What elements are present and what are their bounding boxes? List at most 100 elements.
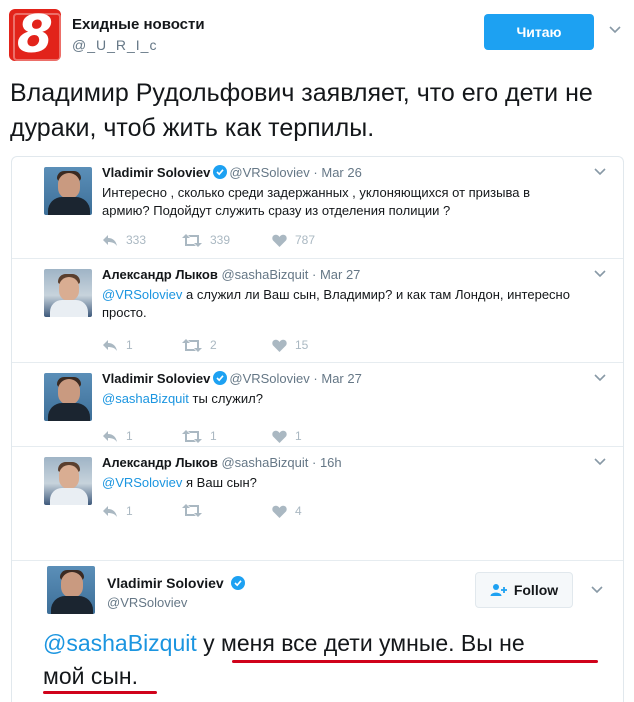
timestamp[interactable]: Mar 26 <box>321 165 361 180</box>
account-logo[interactable]: 8 <box>9 9 61 61</box>
chevron-down-icon[interactable] <box>590 585 604 595</box>
reply-count: 1 <box>126 504 133 518</box>
retweet-icon <box>182 429 202 443</box>
add-user-icon <box>490 584 507 596</box>
reply-icon <box>103 339 117 351</box>
timestamp[interactable]: Mar 27 <box>321 371 361 386</box>
tweet-text: Владимир Рудольфович заявляет, что его д… <box>10 79 593 142</box>
reply-count: 1 <box>126 429 133 443</box>
retweet-action[interactable]: 2 <box>182 338 217 352</box>
reply-action[interactable]: 1 <box>102 504 133 518</box>
reply-action[interactable]: 333 <box>102 233 146 247</box>
reply-text: @VRSoloviev я Ваш сын? <box>102 474 572 492</box>
retweet-count: 339 <box>210 233 231 247</box>
chevron-down-icon[interactable] <box>593 269 607 279</box>
author-name[interactable]: Александр Лыков <box>102 455 218 470</box>
account-handle[interactable]: @_U_R_I_c <box>72 37 157 53</box>
reply-body: я Ваш сын? <box>182 475 257 490</box>
following-button[interactable]: Читаю <box>484 14 594 50</box>
avatar[interactable] <box>44 269 92 317</box>
reply-text: Интересно , сколько среди задержанных , … <box>102 184 572 220</box>
follow-label: Follow <box>513 582 559 598</box>
separator: · <box>311 267 317 282</box>
like-action[interactable]: 787 <box>272 233 315 247</box>
like-icon <box>272 505 287 518</box>
mention-link[interactable]: @VRSoloviev <box>102 475 182 490</box>
reply-body: Интересно , сколько среди задержанных , … <box>102 185 530 218</box>
reply-icon <box>103 505 117 517</box>
focused-text-line1: у меня все дети умные. Вы не <box>196 630 525 656</box>
like-icon <box>272 234 287 247</box>
follow-button[interactable]: Follow <box>475 572 573 608</box>
mention-link[interactable]: @sashaBizquit <box>102 391 189 406</box>
focused-author-handle[interactable]: @VRSoloviev <box>107 595 187 610</box>
like-action[interactable]: 4 <box>272 504 302 518</box>
retweet-icon <box>182 338 202 352</box>
tweet-header: 8 Ехидные новости @_U_R_I_c Читаю <box>0 0 634 70</box>
author-name[interactable]: Vladimir Soloviev <box>102 371 210 386</box>
retweet-action[interactable]: 339 <box>182 233 230 247</box>
reply-meta: Vladimir Soloviev @VRSoloviev · Mar 26 <box>102 165 362 180</box>
reply-text: @VRSoloviev а служил ли Ваш сын, Владими… <box>102 286 572 322</box>
author-handle[interactable]: @VRSoloviev <box>229 371 309 386</box>
reply-action[interactable]: 1 <box>102 338 133 352</box>
focused-text-line2: мой сын. <box>43 663 138 689</box>
avatar[interactable] <box>44 457 92 505</box>
reply-tweet[interactable]: Александр Лыков @sashaBizquit · 16h @VRSo… <box>12 447 623 561</box>
retweet-count: 1 <box>210 429 217 443</box>
reply-action[interactable]: 1 <box>102 429 133 443</box>
quoted-conversation-card[interactable]: Vladimir Soloviev @VRSoloviev · Mar 26 Инт… <box>11 156 624 702</box>
like-count: 1 <box>295 429 302 443</box>
author-handle[interactable]: @sashaBizquit <box>221 455 308 470</box>
retweet-action[interactable]: 1 <box>182 429 217 443</box>
separator: · <box>313 371 318 386</box>
avatar[interactable] <box>47 566 95 614</box>
mention-link[interactable]: @sashaBizquit <box>43 630 197 656</box>
retweet-action[interactable] <box>182 504 210 517</box>
timestamp[interactable]: 16h <box>320 455 342 470</box>
reply-tweet[interactable]: Vladimir Soloviev @VRSoloviev · Mar 27 @sa… <box>12 363 623 447</box>
like-action[interactable]: 1 <box>272 429 302 443</box>
reply-body: ты служил? <box>188 391 263 406</box>
reply-tweet[interactable]: Александр Лыков @sashaBizquit · Mar 27 @V… <box>12 259 623 363</box>
mention-link[interactable]: @VRSoloviev <box>102 287 182 302</box>
verified-icon <box>230 576 245 590</box>
reply-tweet[interactable]: Vladimir Soloviev @VRSoloviev · Mar 26 Инт… <box>12 157 623 259</box>
focused-author-name-text: Vladimir Soloviev <box>107 575 224 591</box>
separator: · <box>311 455 317 470</box>
reply-icon <box>103 430 117 442</box>
timestamp[interactable]: Mar 27 <box>320 267 360 282</box>
like-count: 787 <box>295 233 316 247</box>
author-name[interactable]: Александр Лыков <box>102 267 218 282</box>
like-count: 15 <box>295 338 309 352</box>
avatar[interactable] <box>44 167 92 215</box>
like-icon <box>272 430 287 443</box>
account-name[interactable]: Ехидные новости <box>72 16 205 33</box>
like-count: 4 <box>295 504 302 518</box>
reply-icon <box>103 234 117 246</box>
underline-mark <box>232 660 598 663</box>
verified-icon <box>213 165 228 179</box>
chevron-down-icon[interactable] <box>593 167 607 177</box>
author-handle[interactable]: @VRSoloviev <box>229 165 309 180</box>
verified-icon <box>213 371 228 385</box>
focused-author-name[interactable]: Vladimir Soloviev <box>107 575 247 591</box>
retweet-count: 2 <box>210 338 217 352</box>
underline-mark <box>43 691 157 694</box>
like-action[interactable]: 15 <box>272 338 308 352</box>
reply-text: @sashaBizquit ты служил? <box>102 390 572 408</box>
reply-meta: Vladimir Soloviev @VRSoloviev · Mar 27 <box>102 371 362 386</box>
like-icon <box>272 339 287 352</box>
chevron-down-icon[interactable] <box>593 373 607 383</box>
separator: · <box>313 165 318 180</box>
author-name[interactable]: Vladimir Soloviev <box>102 165 210 180</box>
author-handle[interactable]: @sashaBizquit <box>221 267 308 282</box>
retweet-icon <box>182 233 202 247</box>
avatar[interactable] <box>44 373 92 421</box>
chevron-down-icon[interactable] <box>608 22 622 36</box>
reply-count: 333 <box>126 233 147 247</box>
reply-meta: Александр Лыков @sashaBizquit · 16h <box>102 455 342 470</box>
chevron-down-icon[interactable] <box>593 457 607 467</box>
retweet-icon <box>182 504 202 517</box>
reply-meta: Александр Лыков @sashaBizquit · Mar 27 <box>102 267 360 282</box>
